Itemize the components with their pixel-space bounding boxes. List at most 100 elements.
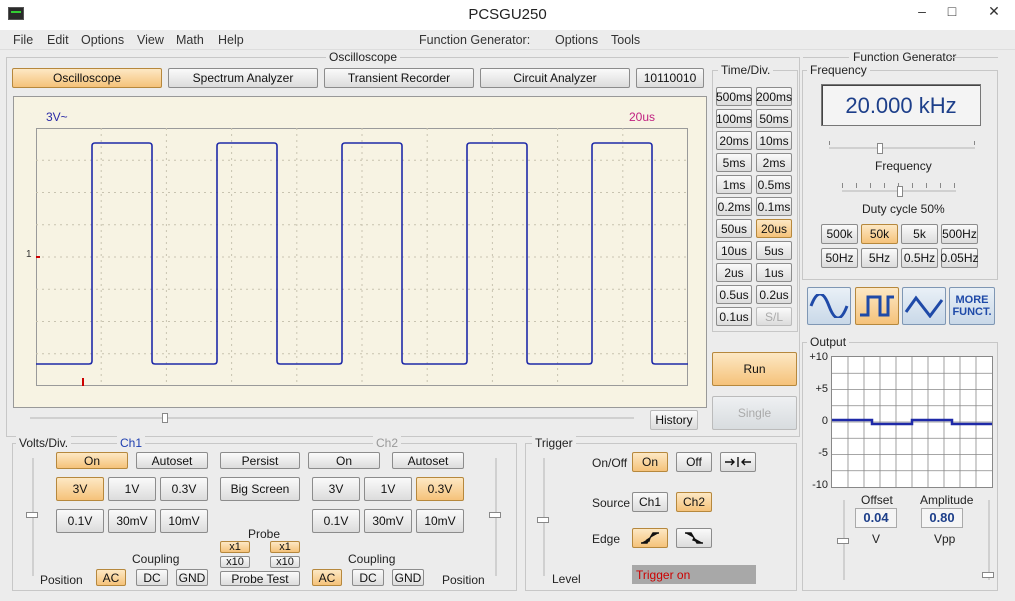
rising-edge-icon[interactable] [632,528,668,548]
ch2-on-button[interactable]: On [308,452,380,469]
trigger-off-button[interactable]: Off [676,452,712,472]
ch2-probe-x10[interactable]: x10 [270,556,300,568]
more-functions-button[interactable]: MORE FUNCT. [949,287,995,325]
fgen-range-5hz[interactable]: 5Hz [861,248,898,268]
timediv-2ms[interactable]: 2ms [756,153,792,172]
timediv-100ms[interactable]: 100ms [716,109,752,128]
menu-options[interactable]: Options [81,33,124,47]
history-button[interactable]: History [650,410,698,430]
ch2-coupling-gnd[interactable]: GND [392,569,424,586]
menu-math[interactable]: Math [176,33,204,47]
big-screen-button[interactable]: Big Screen [220,477,300,501]
tab-circuit-analyzer[interactable]: Circuit Analyzer [480,68,630,88]
fgen-range-500k[interactable]: 500k [821,224,858,244]
frequency-slider[interactable] [877,143,883,154]
run-button[interactable]: Run [712,352,797,386]
timediv-0.1us[interactable]: 0.1us [716,307,752,326]
amplitude-slider[interactable] [982,572,994,578]
timediv-0.5ms[interactable]: 0.5ms [756,175,792,194]
fgen-range-0.05hz[interactable]: 0.05Hz [940,248,979,268]
timediv-20ms[interactable]: 20ms [716,131,752,150]
timediv-0.5us[interactable]: 0.5us [716,285,752,304]
ch1-probe-x1[interactable]: x1 [220,541,250,553]
ch1-position-slider[interactable] [26,512,38,518]
ch1-coupling-ac[interactable]: AC [96,569,126,586]
timediv-5ms[interactable]: 5ms [716,153,752,172]
timediv-2us[interactable]: 2us [716,263,752,282]
triangle-wave-button[interactable] [902,287,946,325]
timediv-50us[interactable]: 50us [716,219,752,238]
fgen-title: Function Generator [853,50,957,64]
ch2-probe-x1[interactable]: x1 [270,541,300,553]
ch1-range-3v[interactable]: 3V [56,477,104,501]
trigger-level-slider[interactable] [537,517,549,523]
ch2-autoset-button[interactable]: Autoset [392,452,464,469]
timediv-s-l[interactable]: S/L [756,307,792,326]
probe-test-button[interactable]: Probe Test [220,571,300,586]
fgen-range-500hz[interactable]: 500Hz [941,224,978,244]
timediv-200ms[interactable]: 200ms [756,87,792,106]
timediv-10ms[interactable]: 10ms [756,131,792,150]
timediv-0.2us[interactable]: 0.2us [756,285,792,304]
ch1-range-0.1v[interactable]: 0.1V [56,509,104,533]
square-icon [860,295,894,317]
square-wave-button[interactable] [855,287,899,325]
tab-transient-recorder[interactable]: Transient Recorder [324,68,474,88]
menu-edit[interactable]: Edit [47,33,69,47]
ch1-autoset-button[interactable]: Autoset [136,452,208,469]
minimize-icon[interactable]: – [908,0,936,22]
ch2-range-0.1v[interactable]: 0.1V [312,509,360,533]
menu-file[interactable]: File [13,33,33,47]
offset-slider[interactable] [837,538,849,544]
tab-logic[interactable]: 10110010 [636,68,704,88]
sine-wave-button[interactable] [807,287,851,325]
trigger-on-button[interactable]: On [632,452,668,472]
close-icon[interactable]: ✕ [980,0,1008,22]
ch2-range-0.3v[interactable]: 0.3V [416,477,464,501]
timediv-0.2ms[interactable]: 0.2ms [716,197,752,216]
trigger-position-icon[interactable] [720,452,756,472]
falling-edge-icon[interactable] [676,528,712,548]
menu-view[interactable]: View [137,33,164,47]
fgen-range-0.5hz[interactable]: 0.5Hz [901,248,938,268]
ch2-position-slider[interactable] [489,512,501,518]
time-position-slider[interactable] [162,413,168,423]
timediv-0.1ms[interactable]: 0.1ms [756,197,792,216]
maximize-icon[interactable]: □ [938,0,966,22]
ch1-coupling-gnd[interactable]: GND [176,569,208,586]
output-ytick: -5 [818,447,828,459]
timediv-1ms[interactable]: 1ms [716,175,752,194]
trigger-source-ch1[interactable]: Ch1 [632,492,668,512]
menu-fg-tools[interactable]: Tools [611,33,640,47]
ch1-probe-x10[interactable]: x10 [220,556,250,568]
ch2-range-10mv[interactable]: 10mV [416,509,464,533]
tab-oscilloscope[interactable]: Oscilloscope [12,68,162,88]
ch2-range-1v[interactable]: 1V [364,477,412,501]
menu-fg-options[interactable]: Options [555,33,598,47]
ch1-on-button[interactable]: On [56,452,128,469]
fgen-range-50k[interactable]: 50k [861,224,898,244]
ch1-range-10mv[interactable]: 10mV [160,509,208,533]
ch1-range-30mv[interactable]: 30mV [108,509,156,533]
tab-spectrum-analyzer[interactable]: Spectrum Analyzer [168,68,318,88]
timediv-20us[interactable]: 20us [756,219,792,238]
timediv-10us[interactable]: 10us [716,241,752,260]
ch2-coupling-ac[interactable]: AC [312,569,342,586]
timediv-1us[interactable]: 1us [756,263,792,282]
duty-slider[interactable] [897,186,903,197]
trigger-source-ch2[interactable]: Ch2 [676,492,712,512]
ch1-coupling-dc[interactable]: DC [136,569,168,586]
fgen-range-50hz[interactable]: 50Hz [821,248,858,268]
ch2-range-30mv[interactable]: 30mV [364,509,412,533]
ch2-coupling-dc[interactable]: DC [352,569,384,586]
ch1-range-0.3v[interactable]: 0.3V [160,477,208,501]
ch1-range-1v[interactable]: 1V [108,477,156,501]
ch2-range-3v[interactable]: 3V [312,477,360,501]
menu-help[interactable]: Help [218,33,244,47]
timediv-50ms[interactable]: 50ms [756,109,792,128]
single-button[interactable]: Single [712,396,797,430]
timediv-500ms[interactable]: 500ms [716,87,752,106]
timediv-5us[interactable]: 5us [756,241,792,260]
fgen-range-5k[interactable]: 5k [901,224,938,244]
persist-button[interactable]: Persist [220,452,300,469]
